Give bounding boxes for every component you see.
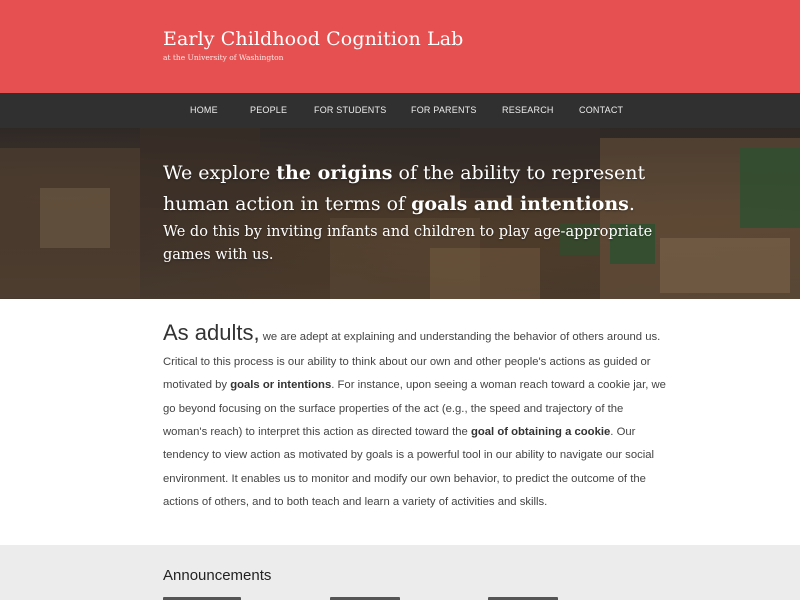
intro-line-2: Critical to this process is our ability …: [163, 356, 651, 368]
nav-contact[interactable]: CONTACT: [579, 105, 623, 115]
intro-line-1: As adults, we are adept at explaining an…: [163, 320, 661, 345]
emphasis-goals-or-intentions: goals or intentions: [230, 379, 332, 391]
site-title[interactable]: Early Childhood Cognition Lab: [163, 28, 463, 50]
nav-for-parents[interactable]: FOR PARENTS: [411, 105, 477, 115]
hero-headline-line-1: We explore the origins of the ability to…: [163, 162, 646, 184]
intro-line-5: woman's reach) to interpret this action …: [163, 426, 636, 438]
nav-people[interactable]: PEOPLE: [250, 105, 287, 115]
intro-line-8: actions of others, and to both teach and…: [163, 496, 548, 508]
announcements-section: Announcements: [0, 545, 800, 600]
site-header: Early Childhood Cognition Lab at the Uni…: [0, 0, 800, 93]
hero-emphasis-goals: goals and intentions: [411, 193, 629, 215]
hero-banner: We explore the origins of the ability to…: [0, 128, 800, 299]
hero-headline-line-2: human action in terms of goals and inten…: [163, 193, 635, 215]
hero-emphasis-origins: the origins: [276, 162, 393, 184]
emphasis-goal-of-obtaining-a-cookie: goal of obtaining a cookie: [470, 426, 611, 438]
site-subtitle: at the University of Washington: [163, 53, 284, 62]
intro-line-7: environment. It enables us to monitor an…: [163, 473, 646, 485]
main-nav: HOME PEOPLE FOR STUDENTS FOR PARENTS RES…: [0, 93, 800, 128]
intro-line-3: motivated by goals or intentions. For in…: [163, 379, 666, 391]
nav-for-students[interactable]: FOR STUDENTS: [314, 105, 386, 115]
hero-subtext-line-2: games with us.: [163, 247, 274, 263]
nav-home[interactable]: HOME: [190, 105, 218, 115]
announcements-heading: Announcements: [163, 567, 272, 584]
intro-lede: As adults,: [163, 320, 260, 345]
nav-research[interactable]: RESEARCH: [502, 105, 554, 115]
intro-line-6: tendency to view action as motivated by …: [163, 449, 655, 461]
intro-line-4: go beyond focusing on the surface proper…: [163, 403, 624, 415]
hero-subtext-line-1: We do this by inviting infants and child…: [163, 224, 653, 240]
